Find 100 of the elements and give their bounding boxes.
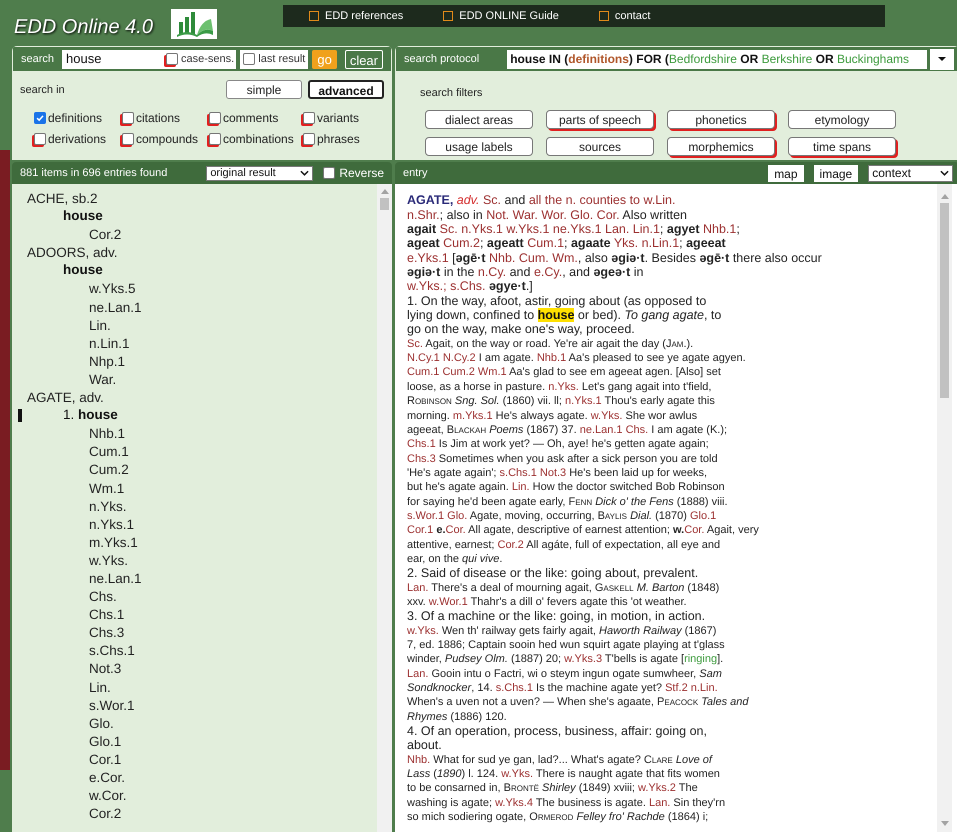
filter-button[interactable]: phonetics	[667, 110, 775, 129]
tree-item[interactable]: Nhb.1	[12, 424, 377, 442]
entry-line: Lass (1890) l. 124. w.Yks. There is naught agate that fits women	[407, 767, 720, 782]
dropdown-button[interactable]	[930, 48, 954, 70]
tree-item[interactable]: w.Yks.5	[12, 279, 377, 298]
caret-icon	[938, 57, 946, 61]
filter-button[interactable]: parts of speech	[546, 110, 654, 129]
order-select[interactable]: original result	[206, 166, 314, 180]
tree-item[interactable]: Wm.1	[12, 478, 377, 497]
entry-line: so mich sodiering ogate, Ormerod Felley fro' Rachde (1864) i;	[407, 810, 708, 824]
tree-item[interactable]: Chs.	[12, 587, 377, 606]
tree-item[interactable]: n.Yks.	[12, 496, 377, 515]
tree-item[interactable]: Cum.1	[12, 442, 377, 460]
checkbox[interactable]	[243, 53, 256, 65]
checkbox[interactable]	[303, 133, 315, 145]
entry-line: 4. Of an operation, process, business, affair: going on,	[407, 724, 707, 738]
checkbox[interactable]	[303, 112, 315, 124]
filter-button[interactable]: morphemics	[667, 137, 775, 156]
scrollbar[interactable]	[937, 184, 952, 832]
tree-item[interactable]: Cor.2	[12, 804, 377, 822]
checkbox[interactable]	[122, 133, 134, 145]
chevron-icon	[300, 170, 310, 176]
entry-line: w.Yks.; s.Chs. əgye·t.]	[407, 279, 533, 294]
tree-item[interactable]: m.Yks.1	[12, 532, 377, 551]
chevron-icon	[940, 170, 950, 176]
tree-item[interactable]: ne.Lan.1	[12, 568, 377, 588]
entry-line: n.Shr.; also in Not. War. Wor. Glo. Cor. Also written	[407, 207, 687, 222]
filter-button[interactable]: time spans	[788, 137, 896, 156]
scroll-down-icon	[940, 821, 949, 826]
tree-item[interactable]: ADOORS, adv.	[12, 243, 377, 262]
tree-item[interactable]: Cor.1	[12, 750, 377, 768]
tree-item[interactable]: n.Yks.1	[12, 514, 377, 533]
checkbox[interactable]	[34, 112, 46, 124]
tree-item[interactable]: Lin.	[12, 316, 377, 334]
checkbox-label: Reverse	[339, 165, 384, 182]
tree-item[interactable]: AGATE, adv.	[12, 388, 377, 406]
tree-item[interactable]: Cum.2	[12, 460, 377, 478]
checkbox[interactable]	[209, 112, 221, 124]
menu-link[interactable]: EDD ONLINE Guide	[443, 8, 559, 24]
tree-item[interactable]: ACHE, sb.2	[12, 189, 377, 208]
entry-line: N.Cy.1 N.Cy.2 I am agate. Nhb.1 Aa's pleased to see ye agate agyen.	[407, 351, 746, 366]
filter-button[interactable]: usage labels	[425, 137, 533, 156]
search-label: search	[21, 52, 54, 67]
checkbox[interactable]	[34, 133, 46, 145]
filter-button[interactable]: sources	[546, 137, 654, 156]
scroll-up-icon	[940, 194, 949, 199]
option-label: definitions	[48, 110, 102, 127]
tree-item[interactable]: Glo.	[12, 714, 377, 732]
tree-item[interactable]: Chs.1	[12, 605, 377, 624]
tree-item[interactable]: house	[12, 206, 103, 226]
checkbox[interactable]	[122, 112, 134, 124]
entry-line: e.Yks.1 [əgē·t Nhb. Cum. Wm., also əgiə·t. Besides əgē·t there also occur	[407, 250, 822, 265]
tree-item[interactable]: house	[12, 260, 103, 281]
entry-line: əgiə·t in the n.Cy. and e.Cy., and əgeə·t in	[407, 265, 644, 280]
tree-item[interactable]: Glo.1	[12, 732, 377, 750]
entry-line: 1. On the way, afoot, astir, going about (as opposed to	[407, 293, 706, 308]
checkbox-label: last result	[258, 52, 306, 67]
section-label: search in	[20, 83, 65, 98]
selection-marker	[18, 409, 22, 422]
checkbox[interactable]	[166, 53, 178, 65]
tree-item[interactable]: Cor.2	[12, 225, 377, 244]
entry-line: Cor.1 e.Cor. All agate, descriptive of earnest attention; w.Cor. Agait, very	[407, 523, 759, 538]
entry-label: entry	[403, 166, 428, 181]
tree-item[interactable]: s.Wor.1	[12, 696, 377, 714]
filter-button[interactable]: dialect areas	[425, 110, 533, 129]
tree-item[interactable]: Nhp.1	[12, 352, 377, 370]
tree-item[interactable]: e.Cor.	[12, 768, 377, 786]
clear-button[interactable]: clear	[344, 50, 383, 68]
scroll-thumb[interactable]	[940, 203, 950, 398]
tree-item[interactable]: w.Cor.	[12, 786, 377, 804]
tree-item[interactable]: War.	[12, 370, 377, 388]
entry-line: about.	[407, 738, 442, 752]
view-button[interactable]: image	[814, 164, 858, 182]
entry-line: w.Yks. Wen th' railway gets fairly agait, Haworth Railway (1867)	[407, 624, 716, 638]
entry-line: lying down, confined to house or bed). To gang agate, to	[407, 308, 722, 322]
entry-line: go on the way, make one's way, proceed.	[407, 322, 635, 336]
tree-item[interactable]: w.Yks.	[12, 550, 377, 569]
section-label: search filters	[420, 87, 482, 99]
view-select[interactable]: context	[868, 164, 954, 182]
checkbox[interactable]	[209, 133, 221, 145]
tree-item[interactable]: 1. house	[12, 405, 118, 426]
tree-item[interactable]: s.Chs.1	[12, 641, 377, 660]
square-icon	[309, 11, 319, 21]
mode-tab[interactable]: advanced	[308, 80, 384, 99]
scrollbar[interactable]	[377, 184, 392, 832]
tree-item[interactable]: Chs.3	[12, 623, 377, 642]
view-button[interactable]: map	[768, 164, 804, 182]
menu-link[interactable]: EDD references	[309, 8, 404, 24]
filter-button[interactable]: etymology	[788, 110, 896, 129]
checkbox[interactable]	[323, 167, 336, 179]
tree-item[interactable]: ne.Lan.1	[12, 298, 377, 316]
scroll-thumb[interactable]	[380, 198, 389, 210]
tree-item[interactable]: n.Lin.1	[12, 334, 377, 352]
tree-item[interactable]: Lin.	[12, 678, 377, 696]
result-count: 881 items in 696 entries found	[20, 166, 168, 181]
mode-tab[interactable]: simple	[226, 80, 302, 99]
menu-link[interactable]: contact	[598, 8, 650, 24]
option-label: citations	[136, 110, 180, 127]
entry-line: for saying he'd been agate early, Fenn Dick o' the Fens (1888) viii.	[407, 494, 728, 509]
tree-item[interactable]: Not.3	[12, 659, 377, 678]
